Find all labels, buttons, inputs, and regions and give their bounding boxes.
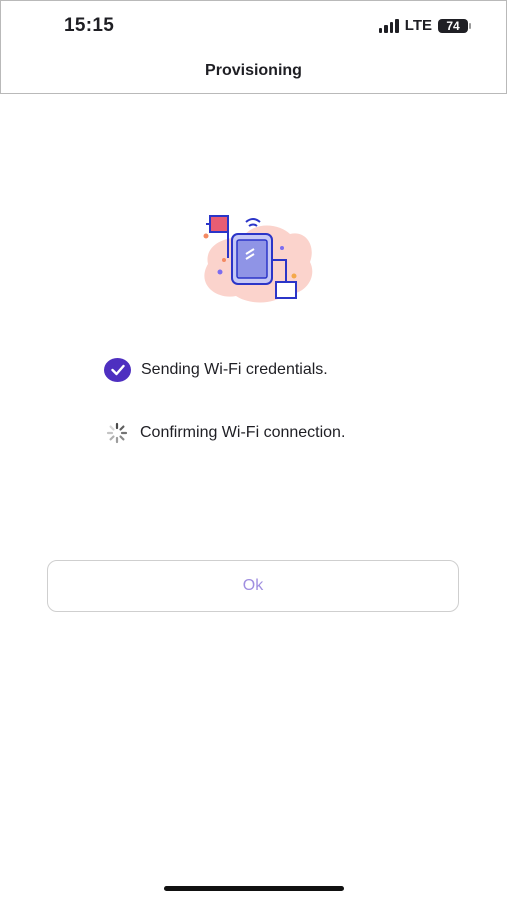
network-type: LTE — [404, 17, 432, 34]
device-provisioning-illustration — [203, 215, 313, 303]
step-label: Confirming Wi-Fi connection. — [140, 424, 346, 441]
page-title: Provisioning — [205, 62, 302, 79]
header: 15:15 LTE 74 Provisioning — [0, 0, 507, 94]
step-sending-credentials: Sending Wi-Fi credentials. — [104, 358, 328, 382]
signal-strength-icon — [378, 18, 399, 33]
status-indicators: LTE 74 — [378, 17, 471, 34]
check-circle-icon — [104, 358, 131, 382]
step-confirming-connection: Confirming Wi-Fi connection. — [104, 421, 345, 445]
battery-icon: 74 — [438, 18, 471, 33]
step-label: Sending Wi-Fi credentials. — [141, 361, 328, 378]
ok-button[interactable]: Ok — [47, 560, 459, 612]
battery-level: 74 — [446, 18, 460, 33]
spinner-icon — [104, 421, 130, 445]
home-indicator[interactable] — [164, 886, 344, 891]
status-time: 15:15 — [64, 15, 115, 36]
